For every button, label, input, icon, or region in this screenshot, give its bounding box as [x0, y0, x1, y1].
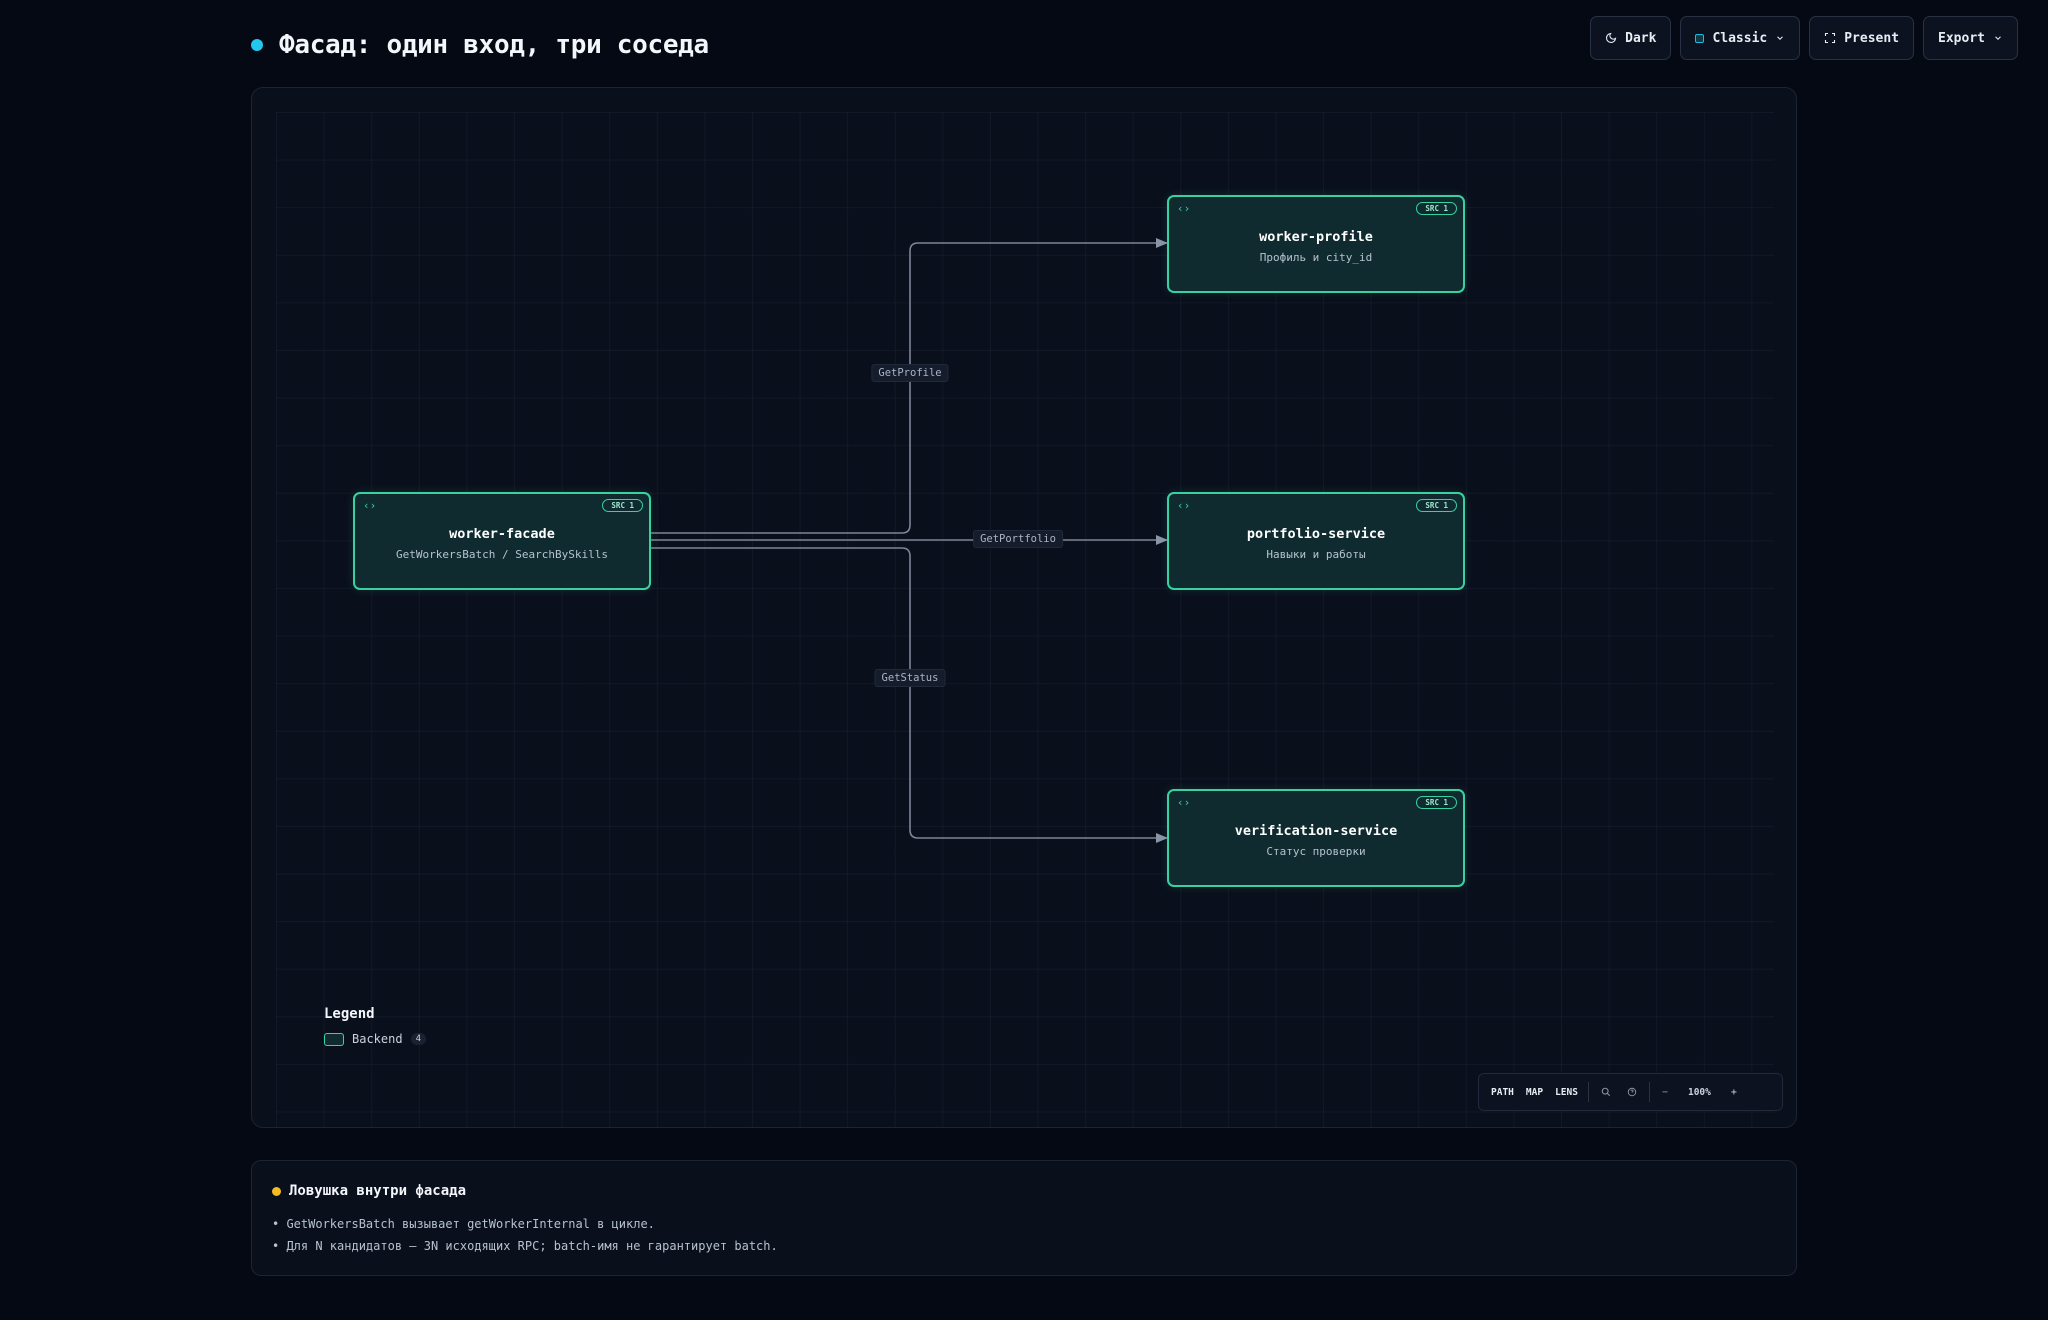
node-worker-facade[interactable]: ‹› SRC 1 worker-facade GetWorkersBatch /…	[353, 492, 651, 590]
node-badge: SRC 1	[1416, 499, 1457, 512]
edge-label-getprofile: GetProfile	[871, 364, 949, 382]
edge-getstatus[interactable]	[650, 547, 1168, 843]
code-brackets-icon: ‹›	[1177, 202, 1191, 215]
node-subtitle: Навыки и работы	[1266, 548, 1366, 561]
path-button[interactable]: PATH	[1485, 1080, 1520, 1104]
divider	[1587, 1082, 1589, 1102]
edges-layer	[650, 238, 1168, 843]
lens-button[interactable]: LENS	[1549, 1080, 1584, 1104]
present-button[interactable]: Present	[1809, 16, 1915, 60]
node-title: portfolio-service	[1246, 526, 1386, 542]
help-icon[interactable]	[1619, 1080, 1645, 1104]
chevron-down-icon	[1993, 33, 2003, 43]
export-label: Export	[1938, 30, 1985, 46]
fullscreen-icon	[1824, 32, 1836, 44]
moon-icon	[1605, 32, 1617, 44]
divider	[1648, 1082, 1650, 1102]
legend-title: Legend	[324, 1006, 375, 1022]
node-badge: SRC 1	[1416, 796, 1457, 809]
legend-count: 4	[410, 1033, 426, 1045]
note-item: Для N кандидатов — 3N исходящих RPC; bat…	[272, 1235, 1776, 1257]
node-title: verification-service	[1234, 823, 1398, 839]
edge-label-getportfolio: GetPortfolio	[973, 530, 1063, 548]
toolbar: Dark Classic Present Export	[1590, 16, 2018, 60]
export-button[interactable]: Export	[1923, 16, 2018, 60]
present-label: Present	[1844, 30, 1900, 46]
legend-swatch	[324, 1032, 344, 1046]
zoom-in-icon[interactable]: +	[1723, 1080, 1745, 1104]
dark-mode-button[interactable]: Dark	[1590, 16, 1672, 60]
node-badge: SRC 1	[602, 499, 643, 512]
canvas-controls: PATH MAP LENS − 100% +	[1478, 1073, 1783, 1111]
zoom-level: 100%	[1687, 1086, 1711, 1098]
chevron-down-icon	[1775, 33, 1785, 43]
theme-swatch-icon	[1695, 33, 1705, 43]
zoom-out-icon[interactable]: −	[1654, 1080, 1676, 1104]
theme-label: Classic	[1712, 30, 1768, 46]
page-header: Фасад: один вход, три соседа	[251, 30, 709, 60]
node-title: worker-facade	[449, 526, 555, 542]
node-verification-service[interactable]: ‹› SRC 1 verification-service Статус про…	[1167, 789, 1465, 887]
legend-item-backend[interactable]: Backend 4	[324, 1032, 426, 1046]
theme-select-button[interactable]: Classic	[1680, 16, 1801, 60]
diagram-canvas[interactable]: GetProfile GetPortfolio GetStatus ‹› SRC…	[251, 87, 1797, 1128]
note-panel: Ловушка внутри фасада GetWorkersBatch вы…	[251, 1160, 1797, 1276]
note-item: GetWorkersBatch вызывает getWorkerIntern…	[272, 1213, 1776, 1235]
legend: Legend Backend 4	[324, 1006, 426, 1046]
map-button[interactable]: MAP	[1520, 1080, 1549, 1104]
search-icon[interactable]	[1593, 1080, 1619, 1104]
node-portfolio-service[interactable]: ‹› SRC 1 portfolio-service Навыки и рабо…	[1167, 492, 1465, 590]
node-badge: SRC 1	[1416, 202, 1457, 215]
code-brackets-icon: ‹›	[363, 499, 377, 512]
node-worker-profile[interactable]: ‹› SRC 1 worker-profile Профиль и city_i…	[1167, 195, 1465, 293]
code-brackets-icon: ‹›	[1177, 499, 1191, 512]
node-subtitle: Статус проверки	[1266, 845, 1366, 858]
legend-label: Backend	[352, 1032, 403, 1046]
edge-label-getstatus: GetStatus	[874, 669, 946, 687]
note-list: GetWorkersBatch вызывает getWorkerIntern…	[272, 1213, 1776, 1257]
edge-getprofile[interactable]	[650, 238, 1168, 534]
node-subtitle: GetWorkersBatch / SearchBySkills	[396, 548, 608, 561]
note-header: Ловушка внутри фасада	[272, 1183, 1776, 1199]
page: Фасад: один вход, три соседа Dark Classi…	[0, 0, 2048, 1320]
warning-dot	[272, 1186, 281, 1196]
status-dot	[251, 39, 263, 51]
note-title: Ловушка внутри фасада	[289, 1183, 467, 1199]
page-title: Фасад: один вход, три соседа	[279, 30, 709, 60]
node-title: worker-profile	[1259, 229, 1373, 245]
dark-mode-label: Dark	[1625, 30, 1657, 46]
code-brackets-icon: ‹›	[1177, 796, 1191, 809]
node-subtitle: Профиль и city_id	[1259, 251, 1373, 264]
